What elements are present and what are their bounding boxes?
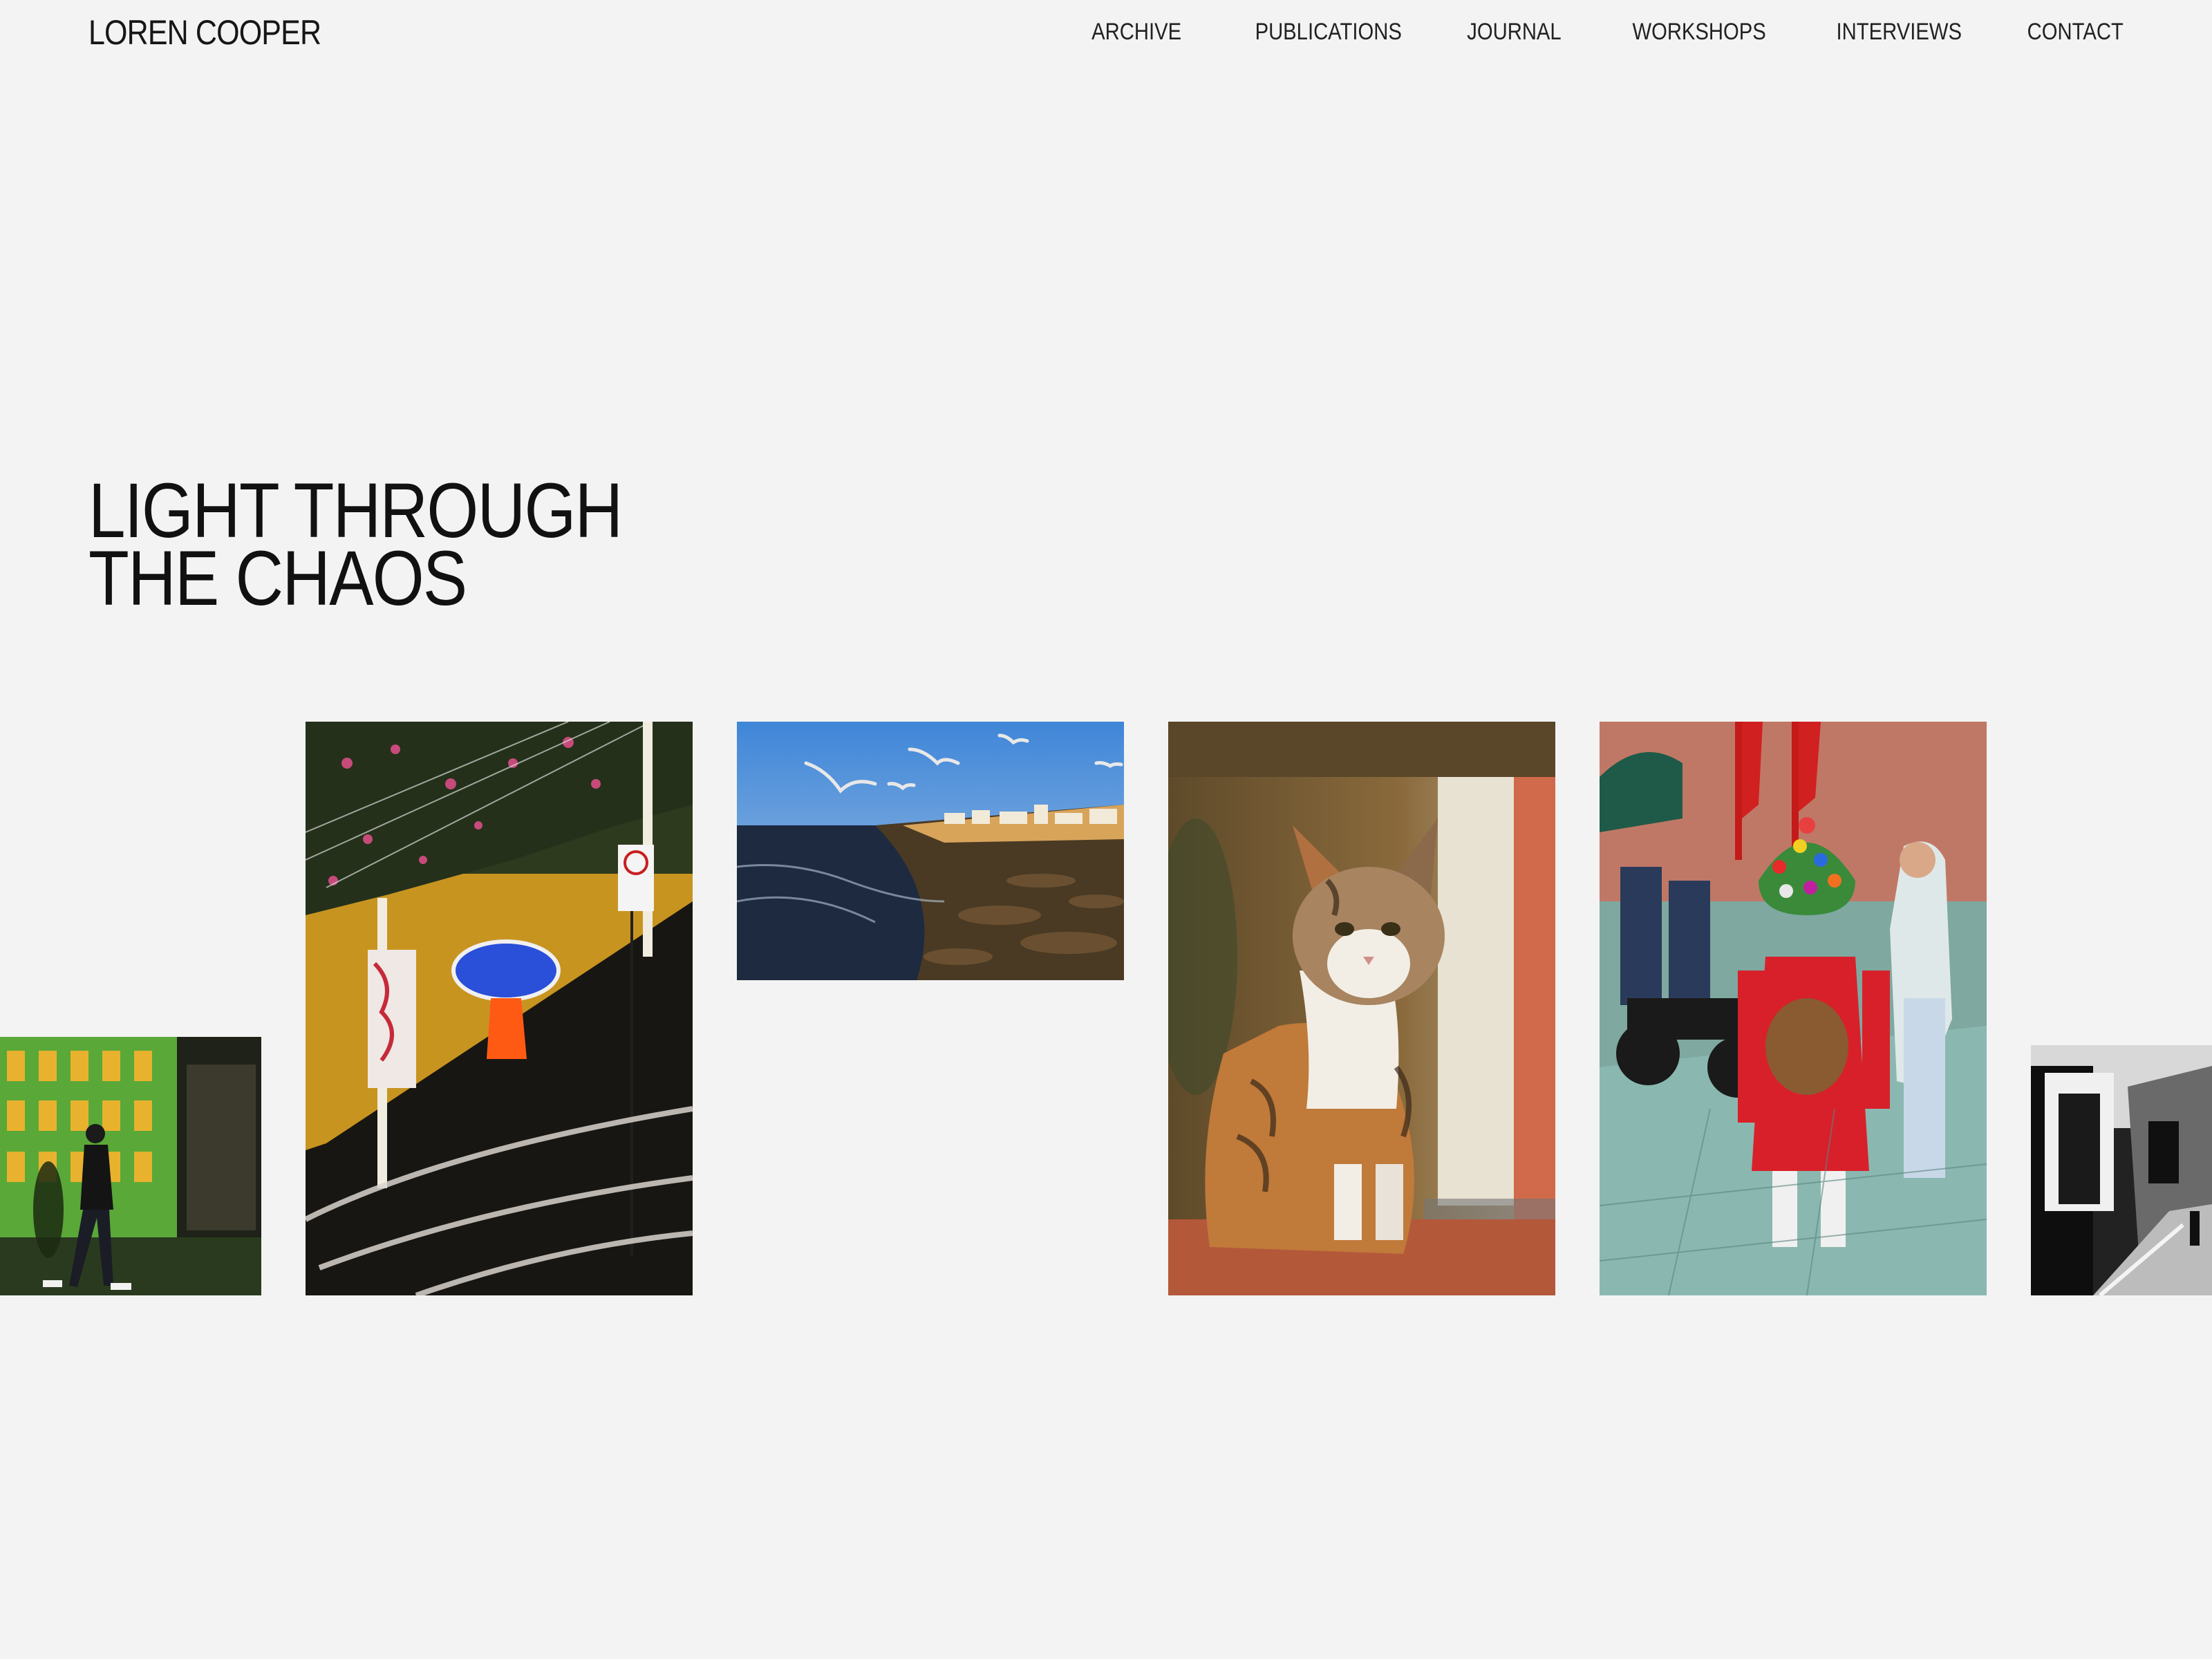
nav-item-contact[interactable]: CONTACT bbox=[2027, 10, 2124, 54]
photo-blue-umbrella-image bbox=[306, 722, 693, 1295]
photo-green-wall-walker[interactable] bbox=[0, 1037, 261, 1295]
nav-item-workshops[interactable]: WORKSHOPS bbox=[1633, 10, 1766, 54]
photo-market-street-hat[interactable] bbox=[1600, 722, 1987, 1295]
photo-bw-alley[interactable] bbox=[2031, 1045, 2212, 1295]
nav-item-publications[interactable]: PUBLICATIONS bbox=[1255, 10, 1401, 54]
photo-blue-umbrella[interactable] bbox=[306, 722, 693, 1295]
photo-bw-alley-image bbox=[2031, 1045, 2212, 1295]
nav-item-archive[interactable]: ARCHIVE bbox=[1091, 10, 1181, 54]
site-logo[interactable]: LOREN COOPER bbox=[88, 7, 321, 58]
photo-carousel bbox=[0, 0, 2212, 1659]
photo-coastal-town-gulls-image bbox=[737, 722, 1124, 980]
photo-tabby-cat-image bbox=[1168, 722, 1555, 1295]
photo-tabby-cat[interactable] bbox=[1168, 722, 1555, 1295]
nav-item-interviews[interactable]: INTERVIEWS bbox=[1837, 10, 1962, 54]
photo-green-wall-walker-image bbox=[0, 1037, 261, 1295]
photo-coastal-town-gulls[interactable] bbox=[737, 722, 1124, 980]
page-title: LIGHT THROUGH THE CHAOS bbox=[88, 472, 623, 621]
main-nav: ARCHIVE PUBLICATIONS JOURNAL WORKSHOPS I… bbox=[1027, 10, 2124, 54]
nav-item-journal[interactable]: JOURNAL bbox=[1467, 10, 1561, 54]
page-title-line-2: THE CHAOS bbox=[88, 535, 467, 621]
photo-market-street-hat-image bbox=[1600, 722, 1987, 1295]
site-header: LOREN COOPER ARCHIVE PUBLICATIONS JOURNA… bbox=[0, 0, 2212, 69]
